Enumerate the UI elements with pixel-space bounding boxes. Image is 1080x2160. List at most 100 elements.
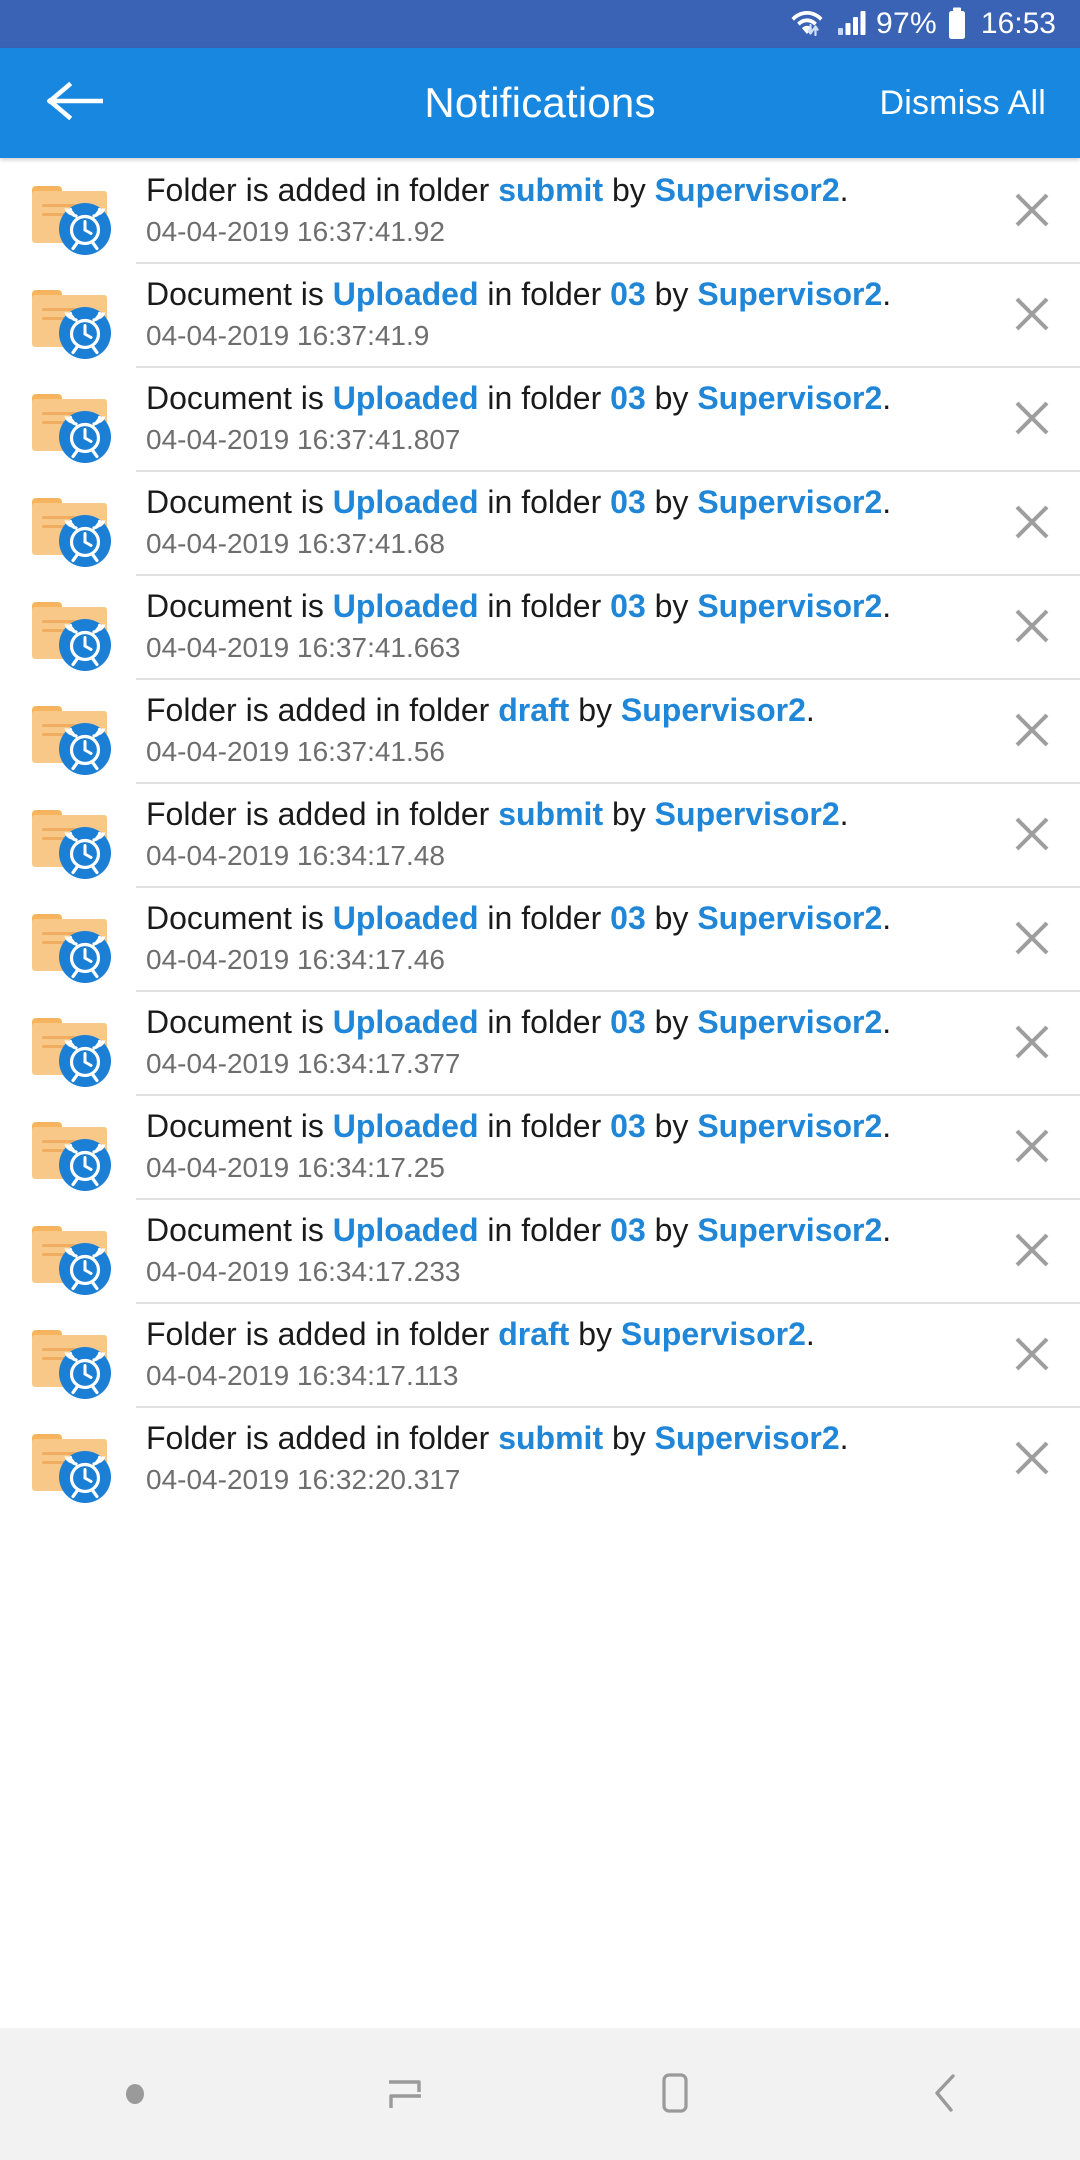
app-bar: Notifications Dismiss All bbox=[0, 48, 1080, 158]
dismiss-notification-button[interactable] bbox=[984, 1302, 1080, 1406]
notification-message: Document is Uploaded in folder 03 by Sup… bbox=[146, 484, 892, 520]
dismiss-notification-button[interactable] bbox=[984, 678, 1080, 782]
notification-actor: Supervisor2 bbox=[697, 484, 883, 520]
phone-screen: 97% 16:53 Notifications Dismiss All Fold… bbox=[0, 0, 1080, 2160]
notification-target-folder: draft bbox=[498, 692, 570, 728]
notification-row[interactable]: Document is Uploaded in folder 03 by Sup… bbox=[0, 366, 1080, 470]
close-x-icon bbox=[1015, 817, 1049, 851]
dismiss-notification-button[interactable] bbox=[984, 1406, 1080, 1510]
notification-target-folder: 03 bbox=[610, 1212, 646, 1248]
notification-row[interactable]: Document is Uploaded in folder 03 by Sup… bbox=[0, 990, 1080, 1094]
close-x-icon bbox=[1015, 401, 1049, 435]
folder-with-alarm-clock-icon bbox=[32, 186, 111, 255]
folder-with-alarm-clock-icon bbox=[32, 914, 111, 983]
notification-row[interactable]: Document is Uploaded in folder 03 by Sup… bbox=[0, 574, 1080, 678]
dismiss-notification-button[interactable] bbox=[984, 158, 1080, 262]
nav-menu-dot-button[interactable] bbox=[60, 2028, 210, 2160]
close-x-icon bbox=[1015, 297, 1049, 331]
notification-target-folder: 03 bbox=[610, 900, 646, 936]
notification-timestamp: 04-04-2019 16:37:41.9 bbox=[146, 319, 430, 351]
folder-with-alarm-clock-icon bbox=[28, 378, 114, 464]
folder-with-alarm-clock-icon bbox=[28, 1418, 114, 1504]
notification-body: Document is Uploaded in folder 03 by Sup… bbox=[114, 1198, 984, 1290]
notification-row[interactable]: Folder is added in folder draft by Super… bbox=[0, 1302, 1080, 1406]
notification-target-folder: submit bbox=[498, 172, 604, 208]
folder-with-alarm-clock-icon bbox=[28, 482, 114, 568]
notification-body: Document is Uploaded in folder 03 by Sup… bbox=[114, 262, 984, 354]
notification-timestamp: 04-04-2019 16:32:20.317 bbox=[146, 1463, 461, 1495]
dismiss-notification-button[interactable] bbox=[984, 1094, 1080, 1198]
folder-with-alarm-clock-icon bbox=[28, 1314, 114, 1400]
nav-home-button[interactable] bbox=[600, 2028, 750, 2160]
notification-row[interactable]: Folder is added in folder submit by Supe… bbox=[0, 158, 1080, 262]
notification-action: Uploaded bbox=[332, 1212, 479, 1248]
notification-body: Folder is added in folder submit by Supe… bbox=[114, 158, 984, 250]
notification-timestamp: 04-04-2019 16:37:41.68 bbox=[146, 527, 445, 559]
nav-back-button[interactable] bbox=[870, 2028, 1020, 2160]
notification-action: Uploaded bbox=[332, 588, 479, 624]
notification-actor: Supervisor2 bbox=[697, 1004, 883, 1040]
close-x-icon bbox=[1015, 1441, 1049, 1475]
notification-row[interactable]: Document is Uploaded in folder 03 by Sup… bbox=[0, 470, 1080, 574]
notification-action: Uploaded bbox=[332, 380, 479, 416]
notification-target-folder: 03 bbox=[610, 380, 646, 416]
dismiss-notification-button[interactable] bbox=[984, 1198, 1080, 1302]
notification-action: Uploaded bbox=[332, 1108, 479, 1144]
notification-actor: Supervisor2 bbox=[697, 588, 883, 624]
folder-with-alarm-clock-icon bbox=[28, 690, 114, 776]
dismiss-notification-button[interactable] bbox=[984, 990, 1080, 1094]
close-x-icon bbox=[1015, 1129, 1049, 1163]
notification-target-folder: 03 bbox=[610, 1004, 646, 1040]
notification-timestamp: 04-04-2019 16:37:41.663 bbox=[146, 631, 461, 663]
notification-target-folder: 03 bbox=[610, 588, 646, 624]
notification-row[interactable]: Document is Uploaded in folder 03 by Sup… bbox=[0, 1094, 1080, 1198]
notification-target-folder: 03 bbox=[610, 484, 646, 520]
notification-list[interactable]: Folder is added in folder submit by Supe… bbox=[0, 158, 1080, 2028]
notification-message: Document is Uploaded in folder 03 by Sup… bbox=[146, 276, 892, 312]
notification-action: Uploaded bbox=[332, 484, 479, 520]
dismiss-notification-button[interactable] bbox=[984, 366, 1080, 470]
notification-target-folder: submit bbox=[498, 796, 604, 832]
notification-row[interactable]: Folder is added in folder draft by Super… bbox=[0, 678, 1080, 782]
notification-actor: Supervisor2 bbox=[697, 380, 883, 416]
close-x-icon bbox=[1015, 713, 1049, 747]
nav-recents-button[interactable] bbox=[330, 2028, 480, 2160]
close-x-icon bbox=[1015, 193, 1049, 227]
notification-row[interactable]: Folder is added in folder submit by Supe… bbox=[0, 782, 1080, 886]
back-button[interactable] bbox=[40, 68, 110, 138]
notification-actor: Supervisor2 bbox=[654, 796, 840, 832]
notification-message: Document is Uploaded in folder 03 by Sup… bbox=[146, 1108, 892, 1144]
notification-timestamp: 04-04-2019 16:34:17.233 bbox=[146, 1255, 461, 1287]
dismiss-all-button[interactable]: Dismiss All bbox=[871, 74, 1054, 133]
dismiss-notification-button[interactable] bbox=[984, 782, 1080, 886]
notification-body: Document is Uploaded in folder 03 by Sup… bbox=[114, 470, 984, 562]
notification-row[interactable]: Folder is added in folder submit by Supe… bbox=[0, 1406, 1080, 1510]
dismiss-notification-button[interactable] bbox=[984, 574, 1080, 678]
notification-message: Folder is added in folder draft by Super… bbox=[146, 1316, 815, 1352]
folder-with-alarm-clock-icon bbox=[28, 1106, 114, 1192]
notification-timestamp: 04-04-2019 16:34:17.377 bbox=[146, 1047, 461, 1079]
wifi-with-transfer-arrows-icon bbox=[790, 6, 828, 43]
battery-percent-label: 97% bbox=[875, 7, 937, 40]
notification-timestamp: 04-04-2019 16:37:41.92 bbox=[146, 215, 445, 247]
notification-actor: Supervisor2 bbox=[620, 692, 806, 728]
system-navigation-bar bbox=[0, 2028, 1080, 2160]
notification-actor: Supervisor2 bbox=[697, 1212, 883, 1248]
notification-row[interactable]: Document is Uploaded in folder 03 by Sup… bbox=[0, 262, 1080, 366]
notification-target-folder: submit bbox=[498, 1420, 604, 1456]
folder-with-alarm-clock-icon bbox=[28, 274, 114, 360]
notification-body: Document is Uploaded in folder 03 by Sup… bbox=[114, 1094, 984, 1186]
folder-with-alarm-clock-icon bbox=[28, 586, 114, 672]
cellular-signal-icon bbox=[837, 7, 867, 42]
dismiss-notification-button[interactable] bbox=[984, 886, 1080, 990]
folder-with-alarm-clock-icon bbox=[28, 170, 114, 256]
notification-target-folder: 03 bbox=[610, 1108, 646, 1144]
notification-body: Folder is added in folder submit by Supe… bbox=[114, 782, 984, 874]
folder-with-alarm-clock-icon bbox=[32, 1434, 111, 1503]
notification-row[interactable]: Document is Uploaded in folder 03 by Sup… bbox=[0, 1198, 1080, 1302]
dismiss-notification-button[interactable] bbox=[984, 470, 1080, 574]
notification-row[interactable]: Document is Uploaded in folder 03 by Sup… bbox=[0, 886, 1080, 990]
notification-body: Document is Uploaded in folder 03 by Sup… bbox=[114, 366, 984, 458]
status-bar: 97% 16:53 bbox=[0, 0, 1080, 48]
dismiss-notification-button[interactable] bbox=[984, 262, 1080, 366]
